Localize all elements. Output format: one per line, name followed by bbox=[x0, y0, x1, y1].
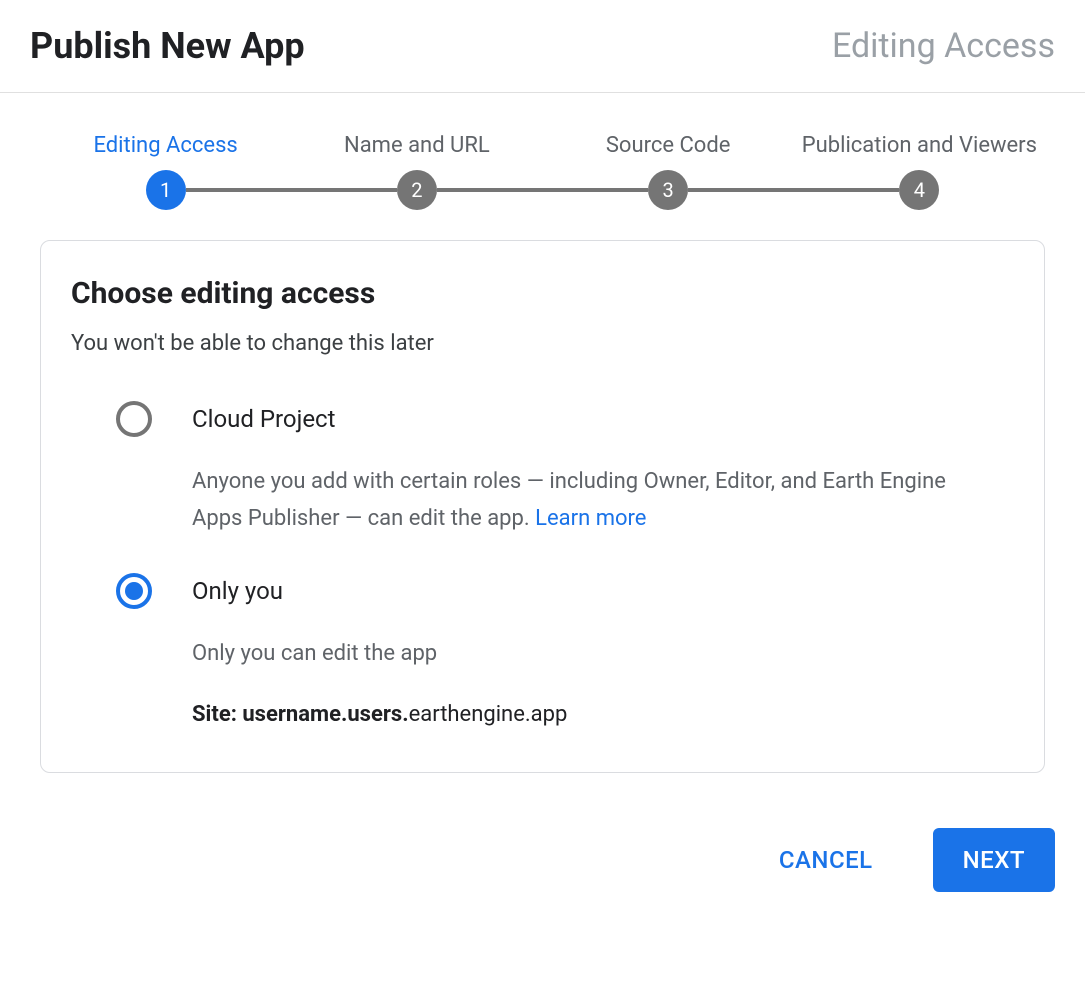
step-circle: 1 bbox=[146, 170, 186, 210]
step-publication-viewers[interactable]: Publication and Viewers 4 bbox=[794, 133, 1045, 210]
publish-app-dialog: Publish New App Editing Access Editing A… bbox=[0, 0, 1085, 892]
step-label: Source Code bbox=[606, 133, 731, 158]
option-only-you[interactable]: Only you Only you can edit the app Site:… bbox=[71, 573, 1014, 727]
site-domain: earthengine.app bbox=[409, 702, 568, 727]
step-label: Editing Access bbox=[93, 133, 237, 158]
radio-outer-icon bbox=[116, 401, 152, 437]
dialog-title: Publish New App bbox=[30, 25, 305, 67]
stepper-line bbox=[437, 188, 648, 192]
site-username: username.users. bbox=[242, 702, 408, 727]
step-editing-access[interactable]: Editing Access 1 bbox=[40, 133, 291, 210]
next-button[interactable]: NEXT bbox=[933, 828, 1055, 892]
option-description: Anyone you add with certain roles — incl… bbox=[192, 463, 1014, 538]
editing-access-card: Choose editing access You won't be able … bbox=[40, 240, 1045, 773]
step-name-url[interactable]: Name and URL 2 bbox=[291, 133, 542, 210]
stepper-line bbox=[186, 188, 397, 192]
radio-inner-icon bbox=[125, 582, 143, 600]
radio-cloud-project[interactable] bbox=[116, 401, 152, 437]
step-circle: 4 bbox=[899, 170, 939, 210]
site-label: Site: bbox=[192, 702, 242, 727]
option-cloud-project[interactable]: Cloud Project Anyone you add with certai… bbox=[71, 401, 1014, 538]
option-title: Only you bbox=[192, 577, 1014, 605]
card-subtitle: You won't be able to change this later bbox=[71, 331, 1014, 356]
option-body: Only you Only you can edit the app Site:… bbox=[192, 573, 1014, 727]
stepper: Editing Access 1 Name and URL 2 Source C… bbox=[0, 93, 1085, 210]
step-circle: 3 bbox=[648, 170, 688, 210]
cancel-button[interactable]: CANCEL bbox=[749, 828, 903, 892]
radio-only-you[interactable] bbox=[116, 573, 152, 609]
card-title: Choose editing access bbox=[71, 276, 1014, 311]
dialog-footer: CANCEL NEXT bbox=[0, 773, 1085, 892]
learn-more-link[interactable]: Learn more bbox=[535, 506, 646, 531]
step-circle: 2 bbox=[397, 170, 437, 210]
option-description: Only you can edit the app bbox=[192, 635, 1014, 672]
step-label: Publication and Viewers bbox=[802, 133, 1037, 158]
dialog-header: Publish New App Editing Access bbox=[0, 0, 1085, 93]
step-label: Name and URL bbox=[344, 133, 490, 158]
option-body: Cloud Project Anyone you add with certai… bbox=[192, 401, 1014, 538]
site-line: Site: username.users.earthengine.app bbox=[192, 702, 1014, 727]
stepper-line bbox=[688, 188, 899, 192]
option-title: Cloud Project bbox=[192, 405, 1014, 433]
dialog-step-name: Editing Access bbox=[832, 26, 1055, 66]
step-source-code[interactable]: Source Code 3 bbox=[543, 133, 794, 210]
